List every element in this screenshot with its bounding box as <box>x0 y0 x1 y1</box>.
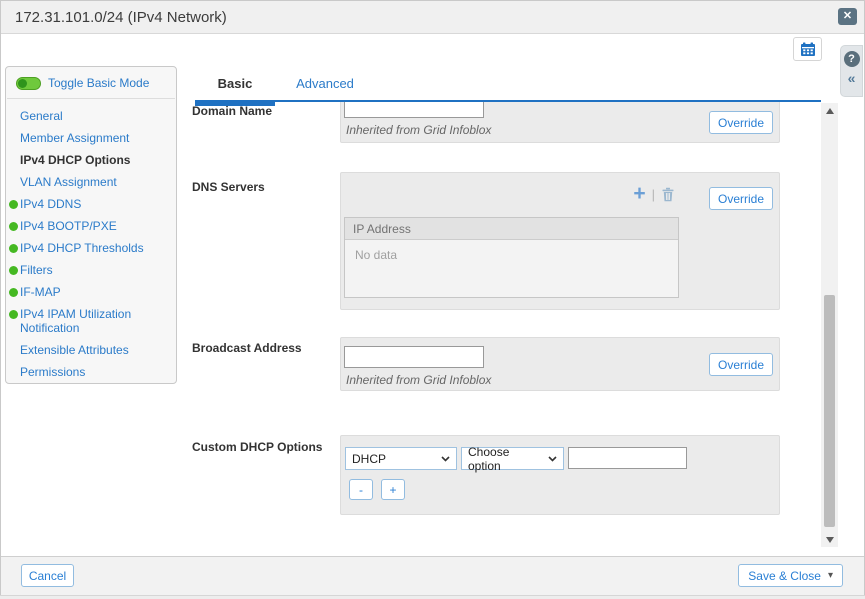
help-icon[interactable]: ? <box>844 51 860 67</box>
custom-dhcp-options-row: DHCP Choose option - + <box>340 435 780 515</box>
sidebar-item-ipam-utilization-notification[interactable]: IPv4 IPAM Utilization Notification <box>6 303 166 339</box>
custom-dhcp-options-label: Custom DHCP Options <box>192 440 337 454</box>
dns-servers-label: DNS Servers <box>192 180 337 194</box>
schedule-button[interactable] <box>793 37 822 61</box>
broadcast-address-input[interactable] <box>344 346 484 368</box>
domain-name-input[interactable] <box>344 102 484 118</box>
domain-name-row: Inherited from Grid Infoblox Override <box>340 102 780 143</box>
broadcast-address-override-button[interactable]: Override <box>709 353 773 376</box>
domain-name-label: Domain Name <box>192 104 337 118</box>
tab-advanced[interactable]: Advanced <box>285 68 365 100</box>
chevron-down-icon <box>548 456 557 462</box>
ip-address-column-header[interactable]: IP Address <box>345 218 678 240</box>
toggle-basic-mode-label: Toggle Basic Mode <box>48 76 149 90</box>
ipv4-network-dialog: 172.31.101.0/24 (IPv4 Network) ✕ ? « Tog… <box>0 0 865 599</box>
sidebar-item-vlan-assignment[interactable]: VLAN Assignment <box>6 171 176 193</box>
status-bullet-icon <box>9 288 18 297</box>
status-bullet-icon <box>9 244 18 253</box>
dns-servers-override-button[interactable]: Override <box>709 187 773 210</box>
domain-name-override-button[interactable]: Override <box>709 111 773 134</box>
tab-basic[interactable]: Basic <box>195 68 275 100</box>
sidebar-item-extensible-attributes[interactable]: Extensible Attributes <box>6 339 176 361</box>
sidebar-item-if-map[interactable]: IF-MAP <box>6 281 176 303</box>
sidebar-item-filters[interactable]: Filters <box>6 259 176 281</box>
dns-servers-toolbar: + | <box>633 185 675 203</box>
collapse-panel-icon[interactable]: « <box>848 71 856 85</box>
sidebar-item-ipv4-dhcp-options[interactable]: IPv4 DHCP Options <box>6 149 176 171</box>
cancel-button[interactable]: Cancel <box>21 564 74 587</box>
content-scrollbar[interactable] <box>821 103 838 547</box>
table-empty-message: No data <box>345 240 678 262</box>
option-value-input[interactable] <box>568 447 687 469</box>
sidebar-nav: General Member Assignment IPv4 DHCP Opti… <box>6 99 176 383</box>
sidebar-item-general[interactable]: General <box>6 105 176 127</box>
close-icon[interactable]: ✕ <box>838 8 857 25</box>
dialog-titlebar: 172.31.101.0/24 (IPv4 Network) <box>1 1 864 34</box>
form-content: Domain Name Inherited from Grid Infoblox… <box>195 104 821 547</box>
sidebar-item-member-assignment[interactable]: Member Assignment <box>6 127 176 149</box>
dialog-footer: Cancel Save & Close ▾ <box>1 556 864 595</box>
dhcp-type-select[interactable]: DHCP <box>345 447 457 470</box>
calendar-icon <box>800 42 816 57</box>
scrollbar-thumb[interactable] <box>824 295 835 527</box>
status-bullet-icon <box>9 310 18 319</box>
dns-servers-table: IP Address No data <box>344 217 679 298</box>
chevron-down-icon <box>441 456 450 462</box>
window-bottom-edge <box>0 595 865 599</box>
sidebar-item-ipv4-bootp-pxe[interactable]: IPv4 BOOTP/PXE <box>6 215 176 237</box>
scroll-up-icon[interactable] <box>821 103 838 118</box>
broadcast-address-row: Inherited from Grid Infoblox Override <box>340 337 780 391</box>
sidebar-item-ipv4-dhcp-thresholds[interactable]: IPv4 DHCP Thresholds <box>6 237 176 259</box>
status-bullet-icon <box>9 266 18 275</box>
caret-down-icon: ▾ <box>828 570 833 581</box>
dialog-sidebar: Toggle Basic Mode General Member Assignm… <box>5 66 177 384</box>
option-select[interactable]: Choose option <box>461 447 564 470</box>
add-icon[interactable]: + <box>633 185 645 203</box>
dns-servers-row: + | Override <box>340 172 780 310</box>
broadcast-address-inherited-note: Inherited from Grid Infoblox <box>346 373 491 387</box>
scroll-down-icon[interactable] <box>821 532 838 547</box>
sidebar-item-permissions[interactable]: Permissions <box>6 361 176 383</box>
dialog-title: 172.31.101.0/24 (IPv4 Network) <box>15 9 227 26</box>
toolbar-separator: | <box>652 187 655 202</box>
side-help-panel: ? « <box>840 45 863 97</box>
toggle-switch-icon <box>16 77 41 90</box>
toggle-basic-mode[interactable]: Toggle Basic Mode <box>6 67 176 98</box>
delete-icon[interactable] <box>661 187 675 202</box>
status-bullet-icon <box>9 200 18 209</box>
broadcast-address-label: Broadcast Address <box>192 341 337 355</box>
tab-bar: Basic Advanced <box>195 68 821 102</box>
status-bullet-icon <box>9 222 18 231</box>
add-option-button[interactable]: + <box>381 479 405 500</box>
sidebar-item-ipv4-ddns[interactable]: IPv4 DDNS <box>6 193 176 215</box>
remove-option-button[interactable]: - <box>349 479 373 500</box>
save-close-button[interactable]: Save & Close ▾ <box>738 564 843 587</box>
domain-name-inherited-note: Inherited from Grid Infoblox <box>346 123 491 137</box>
